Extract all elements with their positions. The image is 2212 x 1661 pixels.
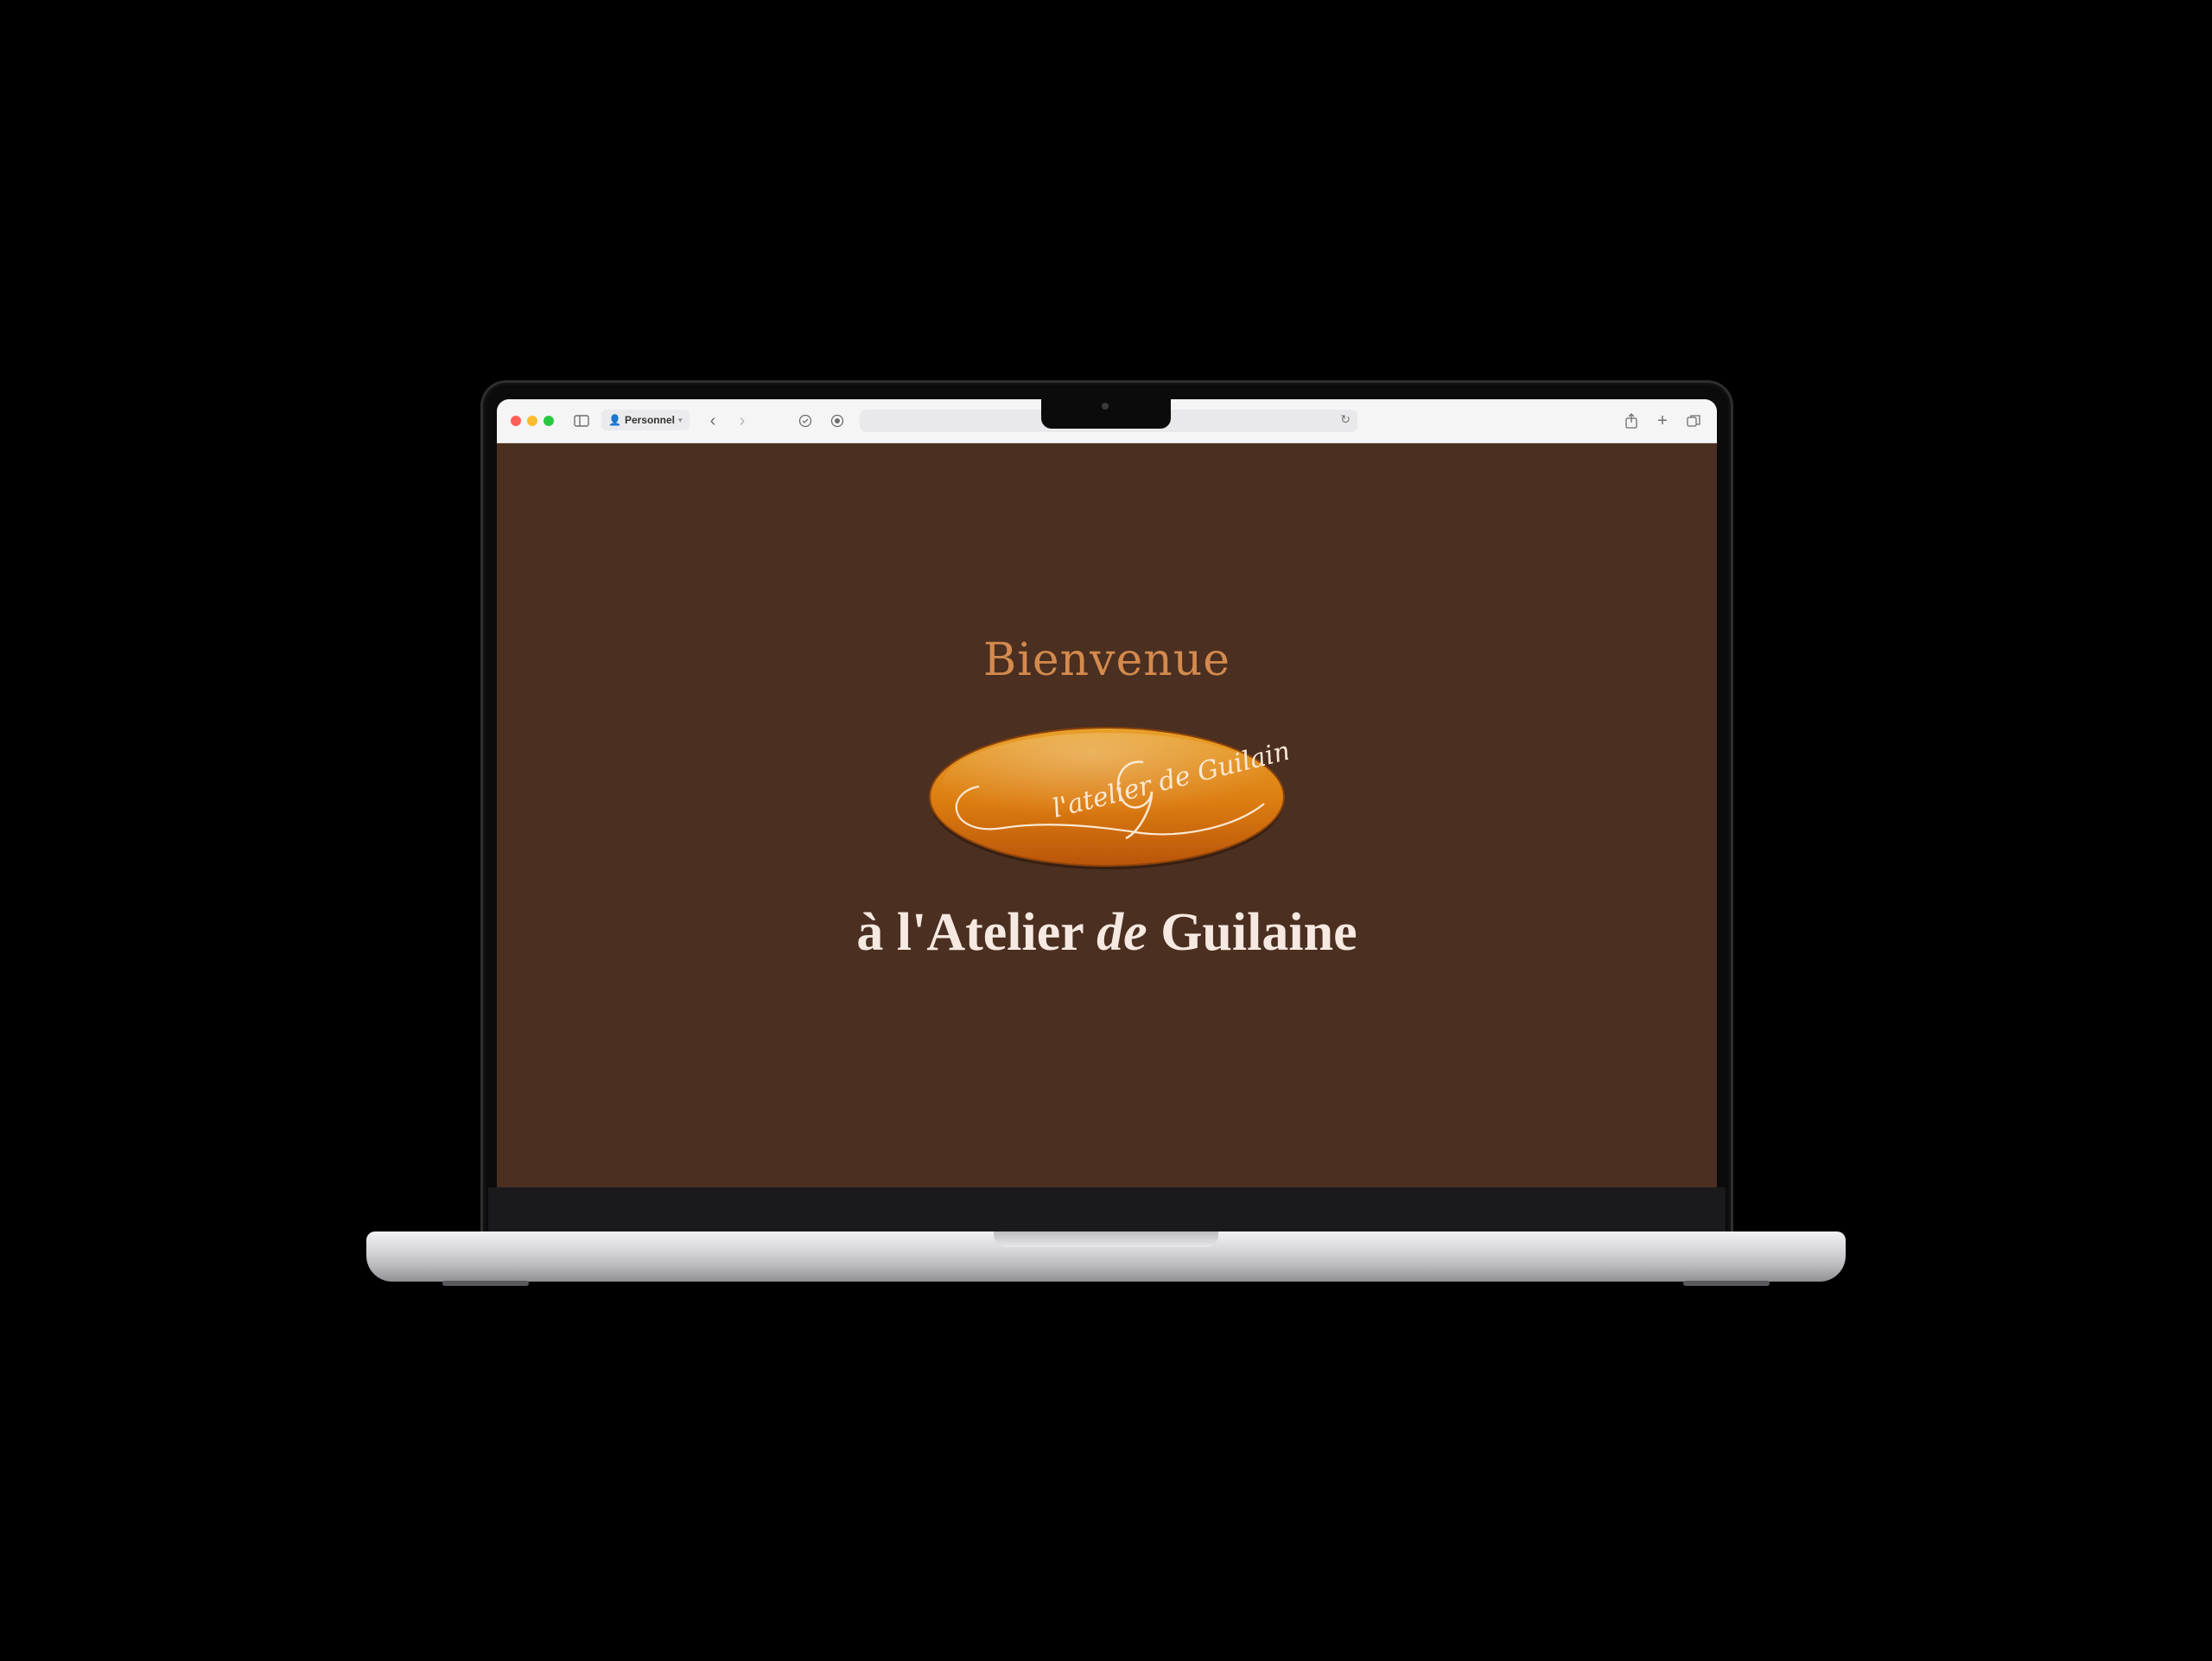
close-window-button[interactable]	[511, 416, 521, 426]
profile-label: Personnel	[624, 414, 675, 426]
tagline-part-1: à l'Atelier	[856, 903, 1097, 962]
reload-icon[interactable]: ↻	[1340, 412, 1351, 427]
tagline: à l'Atelier de Guilaine	[497, 902, 1717, 964]
stage: 👤 Personnel ▾ ‹ › atelierdeguilaine.fr	[0, 0, 2212, 1661]
tagline-part-3: Guilaine	[1147, 903, 1357, 962]
chevron-down-icon: ▾	[677, 416, 683, 424]
laptop-opening-lip	[994, 1231, 1218, 1247]
laptop-bezel-bottom	[488, 1187, 1726, 1232]
welcome-heading: Bienvenue	[982, 634, 1230, 686]
plus-icon[interactable]: +	[1653, 411, 1672, 430]
laptop-screen: 👤 Personnel ▾ ‹ › atelierdeguilaine.fr	[497, 399, 1717, 1187]
extension-icon[interactable]	[828, 411, 847, 430]
share-icon[interactable]	[1622, 411, 1641, 430]
laptop-foot-left	[442, 1281, 529, 1286]
privacy-report-icon[interactable]	[796, 411, 815, 430]
camera-icon	[1102, 403, 1109, 410]
web-page: Bienvenue l'atelier de Guilaine à l'Atel…	[497, 443, 1717, 1187]
laptop-foot-right	[1683, 1281, 1770, 1286]
person-icon: 👤	[608, 414, 621, 426]
chevron-right-icon[interactable]: ›	[733, 411, 752, 430]
sidebar-icon[interactable]	[572, 411, 591, 430]
minimize-window-button[interactable]	[527, 416, 537, 426]
profile-button[interactable]: 👤 Personnel ▾	[601, 410, 690, 430]
zoom-window-button[interactable]	[543, 416, 554, 426]
tagline-part-2: de	[1096, 903, 1147, 962]
logo-image[interactable]: l'atelier de Guilaine	[925, 724, 1288, 871]
chevron-left-icon[interactable]: ‹	[703, 411, 722, 430]
tab-overview-icon[interactable]	[1684, 411, 1703, 430]
